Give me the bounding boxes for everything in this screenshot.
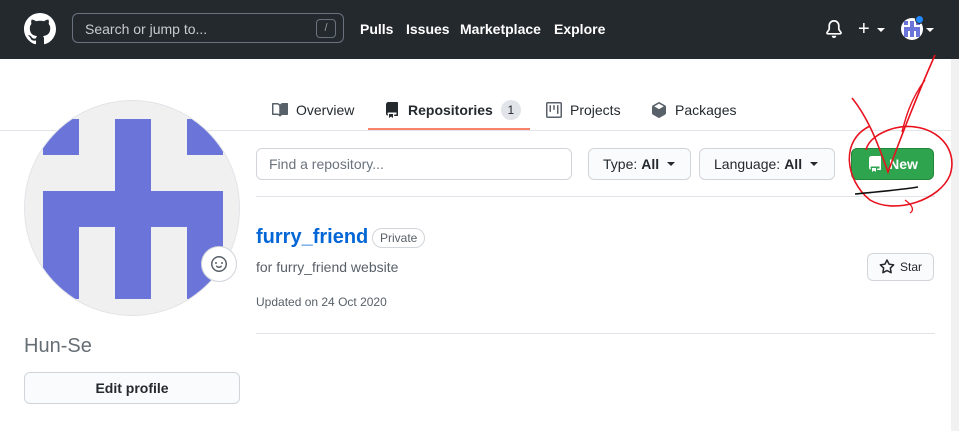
star-icon [879, 259, 895, 274]
search-shortcut-hint: / [316, 19, 336, 38]
edit-profile-button[interactable]: Edit profile [24, 372, 240, 404]
find-repository-input[interactable] [256, 148, 572, 180]
language-filter-value: All [784, 156, 803, 172]
star-button[interactable]: Star [867, 253, 934, 281]
new-button-label: New [889, 156, 918, 172]
create-new-dropdown[interactable]: + [858, 19, 888, 39]
repo-count-badge: 1 [500, 100, 521, 120]
identicon-icon [43, 119, 223, 299]
nav-pulls[interactable]: Pulls [360, 21, 393, 37]
repo-name-link[interactable]: furry_friend [256, 226, 368, 249]
list-divider [256, 196, 935, 197]
type-filter-dropdown[interactable]: Type: All [588, 148, 691, 180]
set-status-button[interactable] [201, 246, 237, 282]
notification-dot [915, 15, 924, 24]
github-logo-icon[interactable] [24, 13, 56, 45]
book-icon [272, 102, 288, 117]
chevron-down-icon [667, 162, 676, 166]
notification-bell-icon[interactable] [825, 20, 843, 38]
profile-avatar[interactable] [24, 100, 240, 316]
repo-icon [386, 102, 398, 118]
repo-icon [869, 156, 882, 172]
project-icon [546, 102, 562, 118]
profile-username: Hun-Se [24, 335, 92, 357]
top-header: Search or jump to... / Pulls Issues Mark… [0, 0, 959, 59]
list-divider [256, 333, 935, 334]
tab-label: Projects [570, 102, 621, 118]
repo-updated-date: Updated on 24 Oct 2020 [256, 295, 387, 309]
nav-explore[interactable]: Explore [554, 21, 605, 37]
page-scrollbar[interactable] [951, 59, 959, 431]
type-filter-value: All [641, 156, 660, 172]
tab-packages[interactable]: Packages [651, 90, 736, 130]
language-filter-label: Language: [714, 156, 781, 172]
package-icon [652, 102, 666, 118]
tab-label: Overview [296, 102, 355, 118]
chevron-down-icon [926, 28, 934, 32]
tab-label: Repositories [408, 102, 493, 118]
nav-issues[interactable]: Issues [406, 21, 450, 37]
tab-overview[interactable]: Overview [272, 90, 354, 130]
search-input[interactable]: Search or jump to... / [72, 13, 344, 43]
repo-description: for furry_friend website [256, 259, 399, 275]
type-filter-label: Type: [603, 156, 638, 172]
tab-label: Packages [675, 102, 737, 118]
plus-icon: + [858, 18, 870, 40]
chevron-down-icon [877, 28, 885, 32]
smiley-icon [211, 256, 227, 272]
nav-marketplace[interactable]: Marketplace [460, 21, 541, 37]
visibility-badge: Private [372, 228, 426, 248]
star-label: Star [899, 260, 922, 274]
chevron-down-icon [810, 162, 819, 166]
tab-projects[interactable]: Projects [546, 90, 621, 130]
new-repository-button[interactable]: New [851, 148, 934, 180]
language-filter-dropdown[interactable]: Language: All [699, 148, 835, 180]
tab-repositories[interactable]: Repositories 1 [384, 90, 521, 130]
search-placeholder: Search or jump to... [85, 21, 208, 37]
